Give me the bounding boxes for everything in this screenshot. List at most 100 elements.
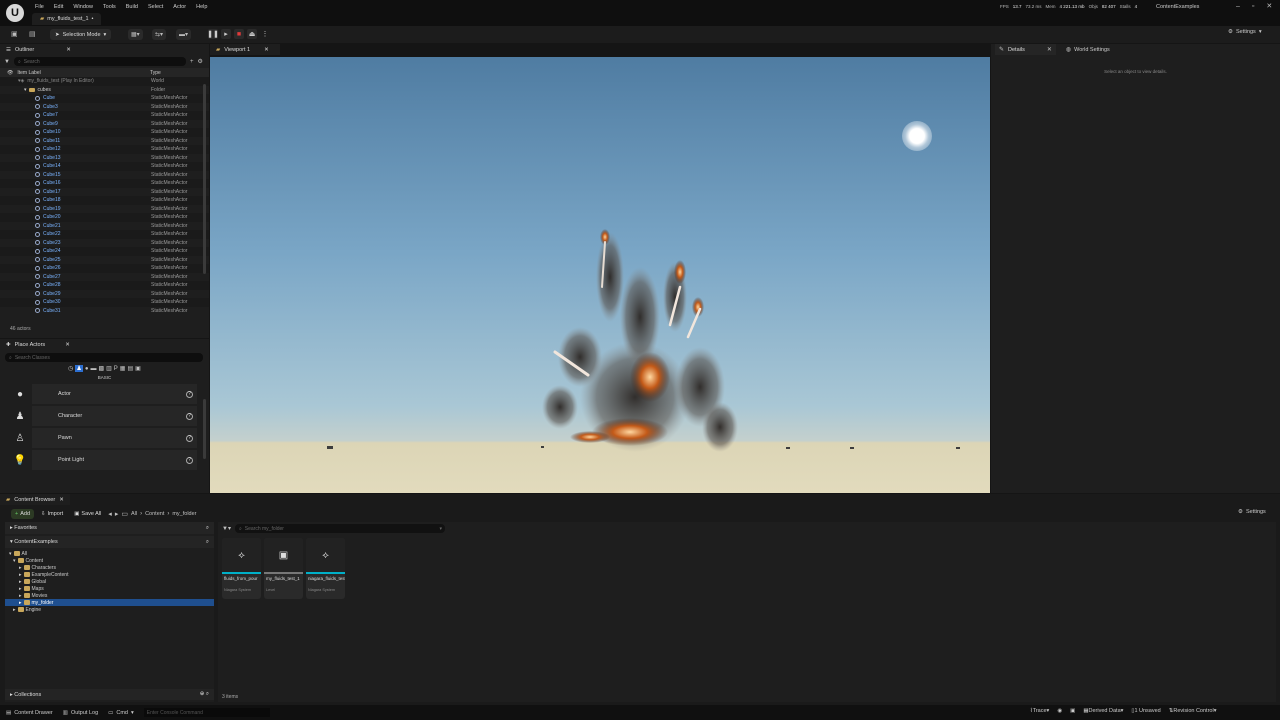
blueprint-button[interactable]: ⇆▾ — [152, 29, 167, 40]
derived-data-button[interactable]: ▦Derived Data▾ — [1083, 708, 1123, 714]
save-icon[interactable]: ▣ — [11, 30, 18, 38]
asset-search[interactable]: ⌕ Search my_folder ▾ — [234, 524, 445, 533]
maximize-icon[interactable]: ▫ — [1252, 3, 1254, 10]
search-icon[interactable]: ⌕ — [206, 691, 209, 697]
revision-control-button[interactable]: ⇅Revision Control▾ — [1169, 708, 1217, 714]
outliner-row[interactable]: Cube15 StaticMeshActor — [0, 171, 209, 180]
outliner-row[interactable]: Cube StaticMeshActor — [0, 94, 209, 103]
tree-item[interactable]: ▸ Maps — [5, 585, 214, 592]
folder-row[interactable]: ▾ cubes Folder — [0, 86, 209, 95]
breadcrumb-all[interactable]: All — [131, 511, 137, 517]
col-item-label[interactable]: Item Label — [13, 70, 40, 76]
content-browser-tab[interactable]: ▰ Content Browser ✕ — [0, 494, 70, 505]
tree-item[interactable]: ▸ Movies — [5, 592, 214, 599]
add-icon[interactable]: ⊕ — [200, 691, 205, 697]
outliner-row[interactable]: Cube11 StaticMeshActor — [0, 137, 209, 146]
col-type[interactable]: Type — [150, 70, 161, 76]
place-scrollbar[interactable] — [203, 399, 206, 459]
tree-item[interactable]: ▸ ExampleContent — [5, 571, 214, 578]
filter-icon[interactable]: ▼ — [4, 59, 10, 65]
basic-icon[interactable]: ♟ — [75, 365, 83, 372]
outliner-row[interactable]: Cube26 StaticMeshActor — [0, 264, 209, 273]
asset-tile[interactable]: ▣ my_fluids_test_1 Level — [264, 538, 303, 599]
add-actor-button[interactable]: ▦▾ — [128, 29, 143, 40]
help-icon[interactable]: ? — [186, 456, 193, 464]
filter-icon[interactable]: ▼▾ — [222, 525, 231, 532]
outliner-row[interactable]: Cube27 StaticMeshActor — [0, 273, 209, 282]
settings-button[interactable]: ⚙ Settings ▾ — [1228, 29, 1262, 35]
cinematic-icon[interactable]: ▩ — [98, 365, 104, 372]
menu-select[interactable]: Select — [143, 4, 168, 10]
help-icon[interactable]: ? — [186, 390, 193, 398]
eject-icon[interactable]: ⏏ — [247, 29, 257, 39]
close-icon[interactable]: ✕ — [264, 47, 269, 53]
outliner-tab[interactable]: ☰ Outliner ✕ — [0, 44, 209, 55]
help-icon[interactable]: ? — [186, 434, 193, 442]
outliner-row[interactable]: Cube17 StaticMeshActor — [0, 188, 209, 197]
recent-icon[interactable]: ◷ — [68, 365, 73, 372]
visibility-icon[interactable]: 👁 — [0, 70, 13, 76]
breadcrumb-content[interactable]: Content — [145, 511, 164, 517]
gear-icon[interactable]: ⚙ — [197, 58, 202, 65]
project-header[interactable]: ▾ ContentExamples ⌕ — [5, 536, 214, 548]
close-icon[interactable]: ✕ — [1047, 46, 1052, 53]
import-button[interactable]: ⇩ Import — [37, 509, 67, 519]
search-icon[interactable]: ⌕ — [206, 525, 209, 532]
collections-header[interactable]: ▸ Collections ⊕ ⌕ — [5, 689, 214, 700]
tree-item[interactable]: ▸ my_folder — [5, 599, 214, 606]
outliner-row[interactable]: Cube29 StaticMeshActor — [0, 290, 209, 299]
outliner-row[interactable]: Cube30 StaticMeshActor — [0, 298, 209, 307]
outliner-row[interactable]: Cube7 StaticMeshActor — [0, 111, 209, 120]
content-settings-button[interactable]: ⚙ Settings — [1238, 509, 1266, 515]
outliner-row[interactable]: Cube31 StaticMeshActor — [0, 307, 209, 316]
place-actor-item[interactable]: ♙ Pawn? — [16, 428, 197, 448]
minimize-icon[interactable]: – — [1236, 3, 1240, 10]
tree-item[interactable]: ▸ Global — [5, 578, 214, 585]
outliner-row[interactable]: Cube12 StaticMeshActor — [0, 145, 209, 154]
unsaved-button[interactable]: ▯1 Unsaved — [1131, 708, 1160, 714]
add-button[interactable]: + Add — [11, 509, 35, 519]
unreal-logo-icon[interactable]: U — [6, 4, 24, 22]
viewport-scene[interactable] — [210, 57, 990, 493]
outliner-row[interactable]: Cube19 StaticMeshActor — [0, 205, 209, 214]
step-icon[interactable]: ▸ — [221, 29, 231, 39]
console-input[interactable]: Enter Console Command — [143, 708, 270, 717]
close-icon[interactable]: ✕ — [66, 47, 71, 53]
outliner-row[interactable]: Cube22 StaticMeshActor — [0, 230, 209, 239]
menu-actor[interactable]: Actor — [168, 4, 191, 10]
menu-help[interactable]: Help — [191, 4, 212, 10]
close-icon[interactable]: ✕ — [1266, 2, 1272, 10]
volumes-icon[interactable]: P — [114, 366, 118, 372]
close-icon[interactable]: ✕ — [65, 342, 70, 348]
record-icon[interactable]: ◉ — [1057, 708, 1062, 714]
content-drawer-button[interactable]: ▤ Content Drawer — [6, 710, 53, 716]
output-log-button[interactable]: ▥ Output Log — [63, 710, 98, 716]
outliner-row[interactable]: Cube16 StaticMeshActor — [0, 179, 209, 188]
asset-tile[interactable]: ⟡ fluids_from_pour Niagara System — [222, 538, 261, 599]
trace-button[interactable]: ⌇Trace▾ — [1030, 708, 1049, 714]
back-icon[interactable]: ◂ — [108, 510, 112, 518]
close-icon[interactable]: ✕ — [59, 497, 64, 503]
help-icon[interactable]: ? — [186, 412, 193, 420]
forward-icon[interactable]: ▸ — [115, 510, 119, 518]
menu-edit[interactable]: Edit — [49, 4, 68, 10]
outliner-row[interactable]: Cube21 StaticMeshActor — [0, 222, 209, 231]
place-actor-item[interactable]: 💡 Point Light? — [14, 450, 197, 470]
more-classes-icon[interactable]: ▣ — [135, 365, 141, 372]
outliner-row[interactable]: Cube9 StaticMeshActor — [0, 120, 209, 129]
place-actor-item[interactable]: ♟ Character? — [16, 406, 197, 426]
favorites-header[interactable]: ▸ Favorites ⌕ — [5, 522, 214, 534]
breadcrumb-my-folder[interactable]: my_folder — [172, 511, 196, 517]
tree-item[interactable]: ▾ Content — [5, 557, 214, 564]
menu-build[interactable]: Build — [121, 4, 143, 10]
outliner-search[interactable]: ⌕ Search — [13, 57, 186, 66]
pause-icon[interactable]: ❚❚ — [207, 29, 219, 39]
menu-file[interactable]: File — [30, 4, 49, 10]
asset-tile[interactable]: ⟡ niagara_fluids_test Niagara System — [306, 538, 345, 599]
snapshot-icon[interactable]: ▣ — [1070, 708, 1075, 714]
outliner-row[interactable]: Cube3 StaticMeshActor — [0, 103, 209, 112]
tree-item[interactable]: ▾ All — [5, 550, 214, 557]
outliner-row[interactable]: Cube13 StaticMeshActor — [0, 154, 209, 163]
outliner-row[interactable]: Cube20 StaticMeshActor — [0, 213, 209, 222]
lights-icon[interactable]: ● — [85, 366, 89, 372]
